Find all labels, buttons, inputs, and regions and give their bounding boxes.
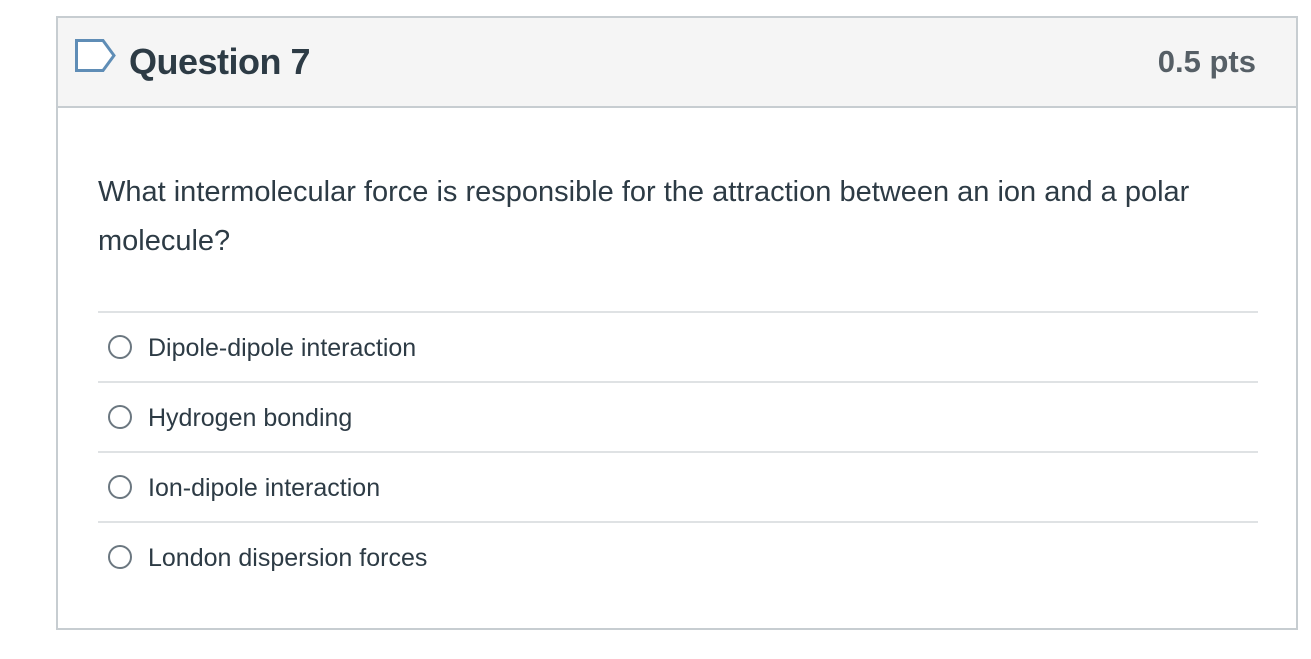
question-points: 0.5 pts [1157,44,1256,79]
answer-label: Dipole-dipole interaction [148,334,417,362]
answer-list: Dipole-dipole interaction Hydrogen bondi… [98,311,1258,591]
question-card: Question 7 0.5 pts What intermolecular f… [56,16,1298,630]
radio-button[interactable] [108,405,132,429]
answer-option-dipole-dipole[interactable]: Dipole-dipole interaction [98,313,1258,383]
radio-button[interactable] [108,475,132,499]
question-text: What intermolecular force is responsible… [98,176,1190,257]
answer-label: Ion-dipole interaction [148,474,381,502]
flag-question-icon[interactable] [74,38,118,74]
answer-option-hydrogen-bonding[interactable]: Hydrogen bonding [98,383,1258,453]
radio-button[interactable] [108,545,132,569]
question-title: Question 7 [129,41,311,82]
question-header: Question 7 0.5 pts [58,18,1296,108]
answer-option-london-dispersion[interactable]: London dispersion forces [98,523,1258,591]
answer-option-ion-dipole[interactable]: Ion-dipole interaction [98,453,1258,523]
radio-button[interactable] [108,335,132,359]
answer-label: London dispersion forces [148,544,428,572]
answer-label: Hydrogen bonding [148,404,353,432]
